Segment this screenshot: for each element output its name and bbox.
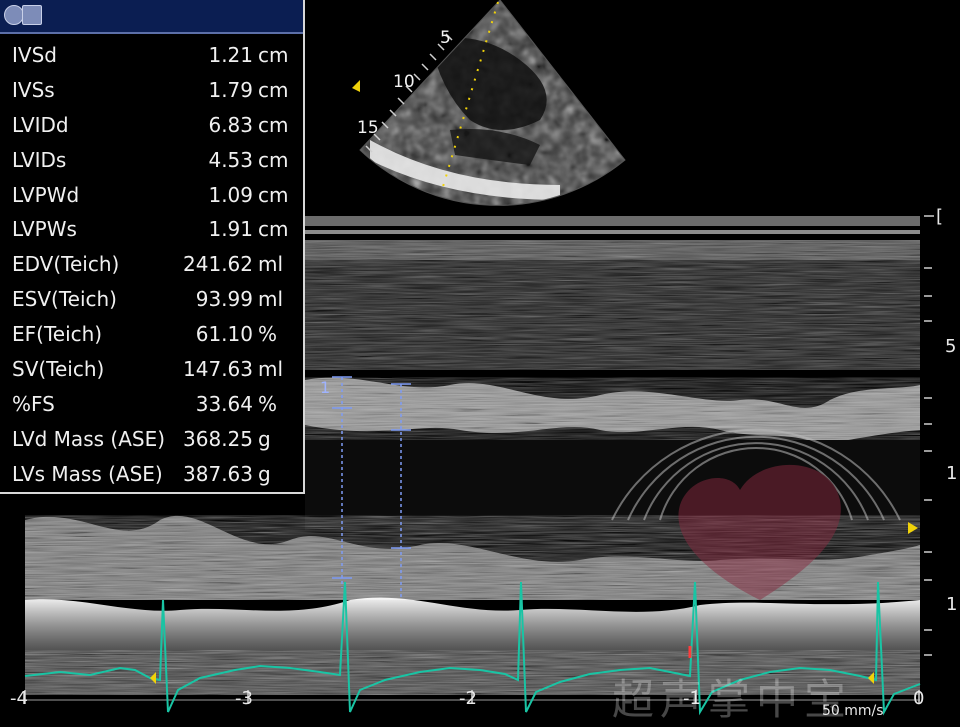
measurement-label: LVPWd — [12, 182, 80, 207]
measurement-unit: cm — [258, 182, 289, 207]
measurement-label: IVSs — [12, 77, 55, 102]
measurement-row: LVs Mass (ASE) 387.63 g — [0, 457, 303, 492]
time-axis-label: -2 — [459, 688, 477, 709]
measurement-value: 1.09 — [208, 182, 253, 207]
time-axis-label: 0 — [913, 688, 925, 709]
measurement-value: 1.21 — [208, 43, 253, 67]
depth-label: 1 — [946, 463, 958, 484]
measurement-label: LVs Mass (ASE) — [12, 461, 163, 486]
measurement-value: 147.63 — [183, 357, 253, 382]
measurement-label: LVd Mass (ASE) — [12, 426, 166, 451]
measurement-row: IVSs 1.79 cm — [0, 73, 303, 108]
measurement-label: SV(Teich) — [12, 357, 105, 382]
measurement-row: LVIDs 4.53 cm — [0, 143, 303, 178]
measurement-row: LVIDd 6.83 cm — [0, 108, 303, 143]
caliper-label: 1 — [320, 378, 331, 397]
b-mode-sector — [359, 0, 626, 206]
watermark-text: 超声掌中宝 — [612, 675, 853, 724]
measurement-label: LVPWs — [12, 217, 77, 242]
sector-depth-label: 15 — [357, 118, 379, 138]
circle-button-icon[interactable] — [4, 5, 24, 25]
measurement-row: %FS 33.64% — [0, 387, 303, 422]
measurement-value: 387.63 — [183, 461, 253, 486]
measurement-unit: ml — [258, 287, 284, 312]
measurement-label: EF(Teich) — [12, 322, 103, 347]
measurement-panel: IVSd 1.21 cm IVSs 1.79 cm LVIDd 6.83 cm LVIDs 4.53… — [0, 0, 305, 494]
depth-label: 1 — [946, 594, 958, 615]
measurement-list: IVSd 1.21 cm IVSs 1.79 cm LVIDd 6.83 cm LVIDs 4.53… — [0, 38, 303, 492]
measurement-unit: g — [258, 426, 271, 451]
measurement-value: 93.99 — [195, 287, 253, 312]
measurement-unit: cm — [258, 112, 289, 137]
measurement-row: EF(Teich) 61.10% — [0, 317, 303, 352]
sector-depth-label: 10 — [393, 72, 415, 92]
measurement-value: 241.62 — [183, 252, 253, 277]
depth-scale — [924, 215, 934, 656]
report-icon[interactable] — [22, 5, 42, 25]
measurement-unit: % — [258, 391, 278, 416]
measurement-unit: ml — [258, 357, 284, 382]
measurement-row: EDV(Teich) 241.62 ml — [0, 247, 303, 282]
depth-label: 5 — [945, 336, 957, 357]
measurement-row: LVd Mass (ASE) 368.25 g — [0, 422, 303, 457]
measurement-value: 368.25 — [183, 426, 253, 451]
measurement-label: %FS — [12, 391, 55, 416]
measurement-unit: cm — [258, 217, 289, 242]
measurement-unit: cm — [258, 147, 289, 172]
measurement-label: EDV(Teich) — [12, 252, 120, 277]
measurement-value: 1.91 — [208, 217, 253, 242]
measurement-unit: % — [258, 322, 278, 347]
measurement-label: LVIDd — [12, 112, 69, 137]
depth-bracket-icon: [ — [936, 206, 944, 227]
measurement-value: 61.10 — [195, 322, 253, 347]
time-axis-label: -4 — [10, 688, 28, 709]
measurement-value: 1.79 — [208, 77, 253, 102]
sector-depth-label: 5 — [440, 28, 451, 48]
measurement-unit: g — [258, 461, 271, 486]
measurement-row: LVPWs 1.91 cm — [0, 212, 303, 247]
measurement-value: 33.64 — [195, 391, 253, 416]
measurement-row: LVPWd 1.09 cm — [0, 178, 303, 213]
measurement-value: 4.53 — [208, 147, 253, 172]
measurement-label: ESV(Teich) — [12, 287, 117, 312]
panel-header[interactable] — [0, 0, 303, 34]
measurement-value: 6.83 — [208, 112, 253, 137]
measurement-unit: ml — [258, 252, 284, 277]
measurement-row: SV(Teich) 147.63 ml — [0, 352, 303, 387]
measurement-row: ESV(Teich) 93.99 ml — [0, 282, 303, 317]
measurement-row: IVSd 1.21 cm — [0, 38, 303, 73]
measurement-label: IVSd — [12, 43, 57, 67]
measurement-label: LVIDs — [12, 147, 67, 172]
measurement-unit: cm — [258, 77, 289, 102]
measurement-unit: cm — [258, 43, 289, 67]
time-axis-label: -3 — [235, 688, 253, 709]
sector-focus-marker-icon — [352, 80, 360, 92]
